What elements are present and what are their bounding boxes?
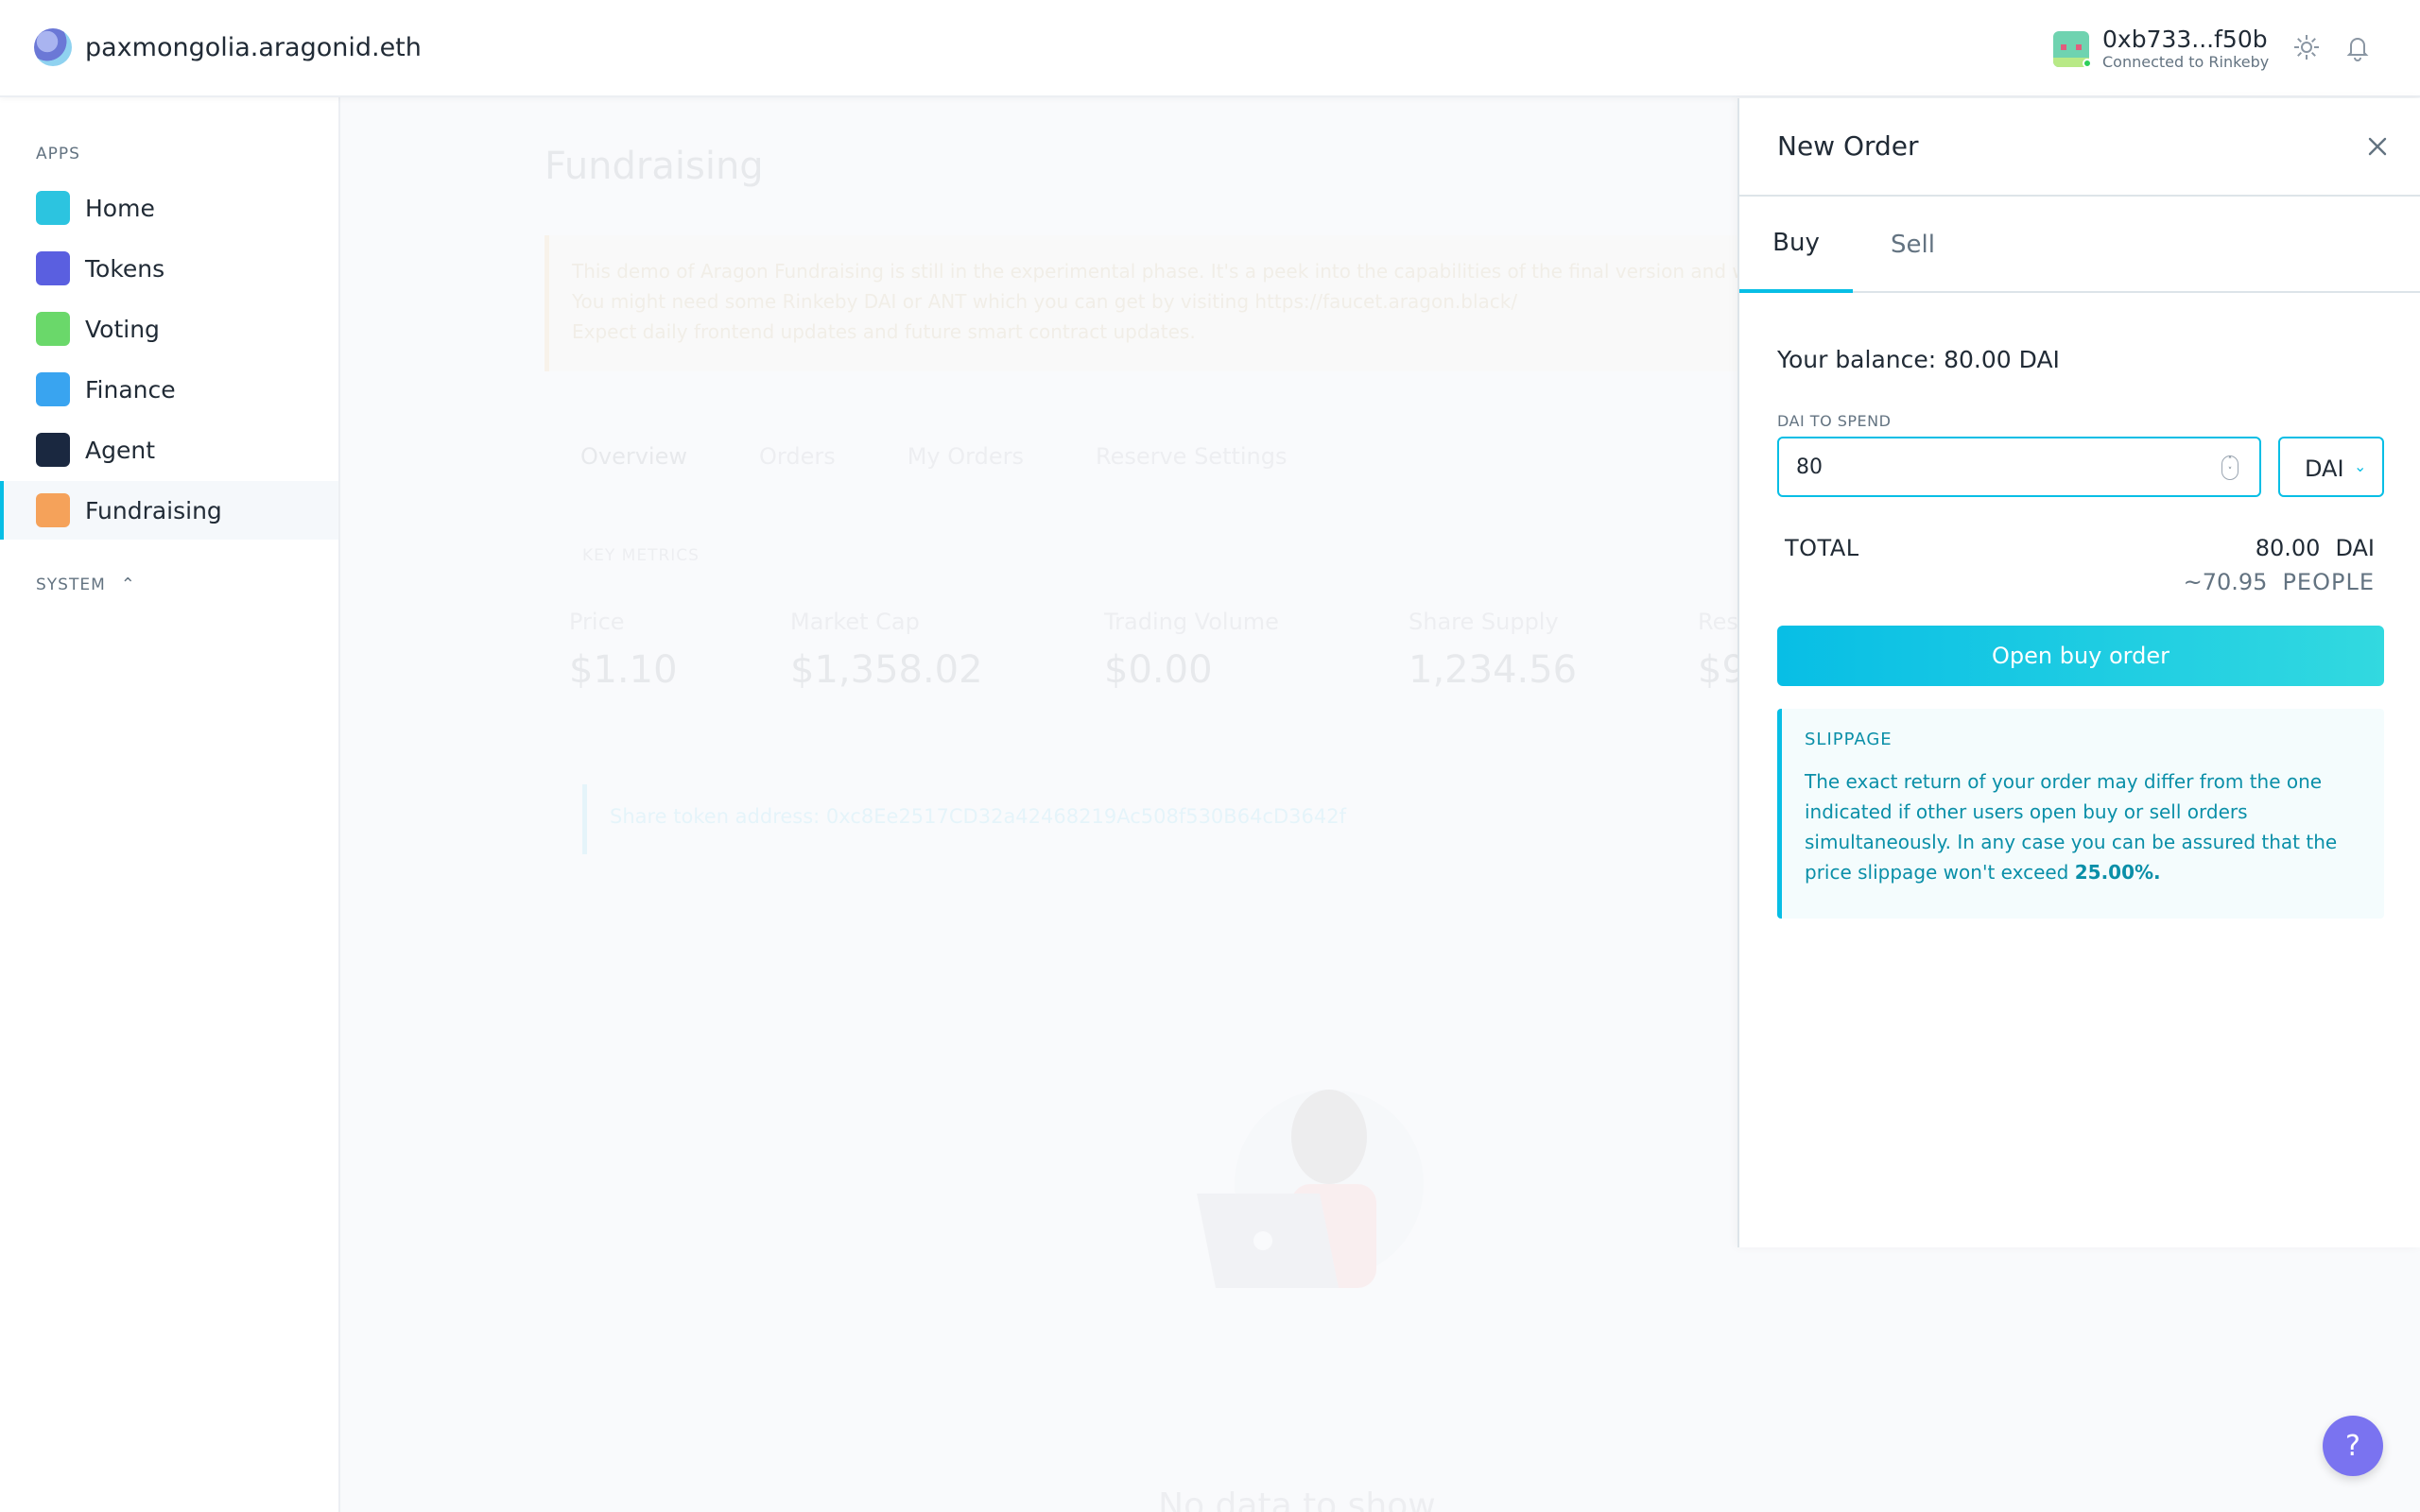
total-unit: DAI: [2335, 535, 2375, 561]
org-avatar: [34, 28, 72, 66]
sidebar-item-fundraising[interactable]: Fundraising: [0, 481, 338, 540]
order-type-tabs: Buy Sell: [1739, 197, 2420, 293]
slippage-title: SLIPPAGE: [1805, 730, 1893, 749]
total-label: TOTAL: [1785, 535, 1859, 561]
account-address: 0xb733...f50b: [2102, 26, 2268, 53]
tab-buy[interactable]: Buy: [1739, 197, 1853, 293]
sidebar-item-tokens[interactable]: Tokens: [0, 239, 338, 298]
tokens-app-icon: [36, 251, 70, 285]
finance-app-icon: [36, 372, 70, 406]
chevron-down-icon: ⌄: [2354, 457, 2367, 475]
close-icon[interactable]: [2363, 132, 2392, 161]
fundraising-app-icon: [36, 493, 70, 527]
new-order-panel: New Order Buy Sell Your balance: 80.00 D…: [1737, 98, 2420, 1247]
connected-dot: [2083, 59, 2092, 68]
settings-icon[interactable]: [2291, 32, 2322, 62]
slippage-info-box: SLIPPAGE The exact return of your order …: [1777, 709, 2384, 919]
sidebar-item-label: Voting: [85, 315, 160, 343]
sidebar-item-label: Home: [85, 194, 155, 222]
people-unit: PEOPLE: [2282, 569, 2375, 595]
total-people: ~70.95 PEOPLE: [2184, 569, 2375, 595]
sidebar-item-label: Finance: [85, 375, 176, 404]
help-button[interactable]: ?: [2323, 1416, 2383, 1476]
sidebar-item-home[interactable]: Home: [0, 179, 338, 237]
amount-stepper[interactable]: ˄ ˅: [2221, 455, 2238, 480]
agent-app-icon: [36, 433, 70, 467]
org-name: paxmongolia.aragonid.eth: [85, 32, 422, 62]
slippage-percent: 25.00%.: [2074, 861, 2161, 884]
sidebar-item-agent[interactable]: Agent: [0, 421, 338, 479]
sidebar-item-label: Agent: [85, 436, 155, 464]
total-amount: 80.00: [2255, 535, 2321, 561]
account-status: Connected to Rinkeby: [2102, 53, 2270, 71]
token-select[interactable]: DAI ⌄: [2278, 437, 2384, 497]
sidebar-item-finance[interactable]: Finance: [0, 360, 338, 419]
open-buy-order-button[interactable]: Open buy order: [1777, 626, 2384, 686]
sidebar: APPS Home Tokens Voting Finance Agent Fu…: [0, 97, 340, 1512]
tab-sell[interactable]: Sell: [1891, 197, 1985, 293]
home-app-icon: [36, 191, 70, 225]
amount-input[interactable]: [1777, 437, 2261, 497]
slippage-text: The exact return of your order may diffe…: [1805, 766, 2361, 887]
notifications-icon[interactable]: [2342, 32, 2373, 62]
sidebar-item-voting[interactable]: Voting: [0, 300, 338, 358]
sidebar-item-label: Fundraising: [85, 496, 222, 524]
panel-title: New Order: [1777, 130, 1919, 162]
token-select-value: DAI: [2305, 455, 2344, 482]
panel-header: New Order: [1739, 98, 2420, 197]
sidebar-item-label: Tokens: [85, 254, 165, 283]
chevron-up-icon: ⌃: [120, 575, 136, 594]
top-header: paxmongolia.aragonid.eth 0xb733...f50b C…: [0, 0, 2420, 97]
balance-text: Your balance: 80.00 DAI: [1777, 346, 2060, 373]
voting-app-icon: [36, 312, 70, 346]
people-amount: ~70.95: [2183, 569, 2268, 595]
slippage-body: The exact return of your order may diffe…: [1805, 770, 2338, 884]
org-switcher[interactable]: paxmongolia.aragonid.eth: [34, 28, 422, 66]
spend-label: DAI TO SPEND: [1777, 412, 1892, 430]
system-section-toggle[interactable]: SYSTEM ⌃: [36, 575, 136, 594]
total-value: 80.00 DAI: [2256, 535, 2375, 561]
apps-section-label: APPS: [36, 145, 80, 163]
system-section-label: SYSTEM: [36, 575, 106, 594]
